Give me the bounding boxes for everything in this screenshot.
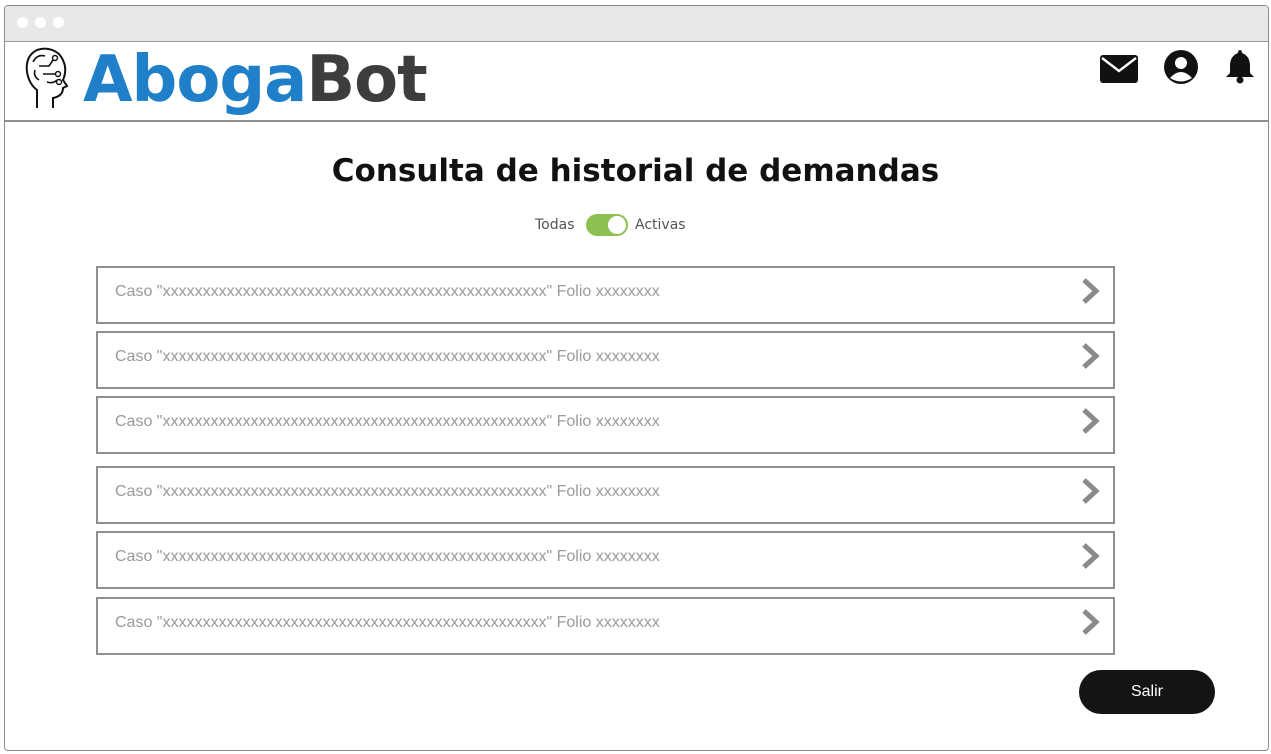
chevron-right-icon[interactable] [1079,477,1101,505]
app-logo[interactable]: AbogaBot [83,42,428,118]
window-dot[interactable] [17,17,28,28]
window-dot[interactable] [35,17,46,28]
mail-icon[interactable] [1099,54,1139,84]
exit-button[interactable]: Salir [1079,670,1215,714]
toggle-label-active: Activas [635,217,686,233]
case-row[interactable]: Caso "xxxxxxxxxxxxxxxxxxxxxxxxxxxxxxxxxx… [96,266,1115,324]
chevron-right-icon[interactable] [1079,277,1101,305]
bell-icon[interactable] [1225,48,1255,84]
chevron-right-icon[interactable] [1079,342,1101,370]
case-label: Caso "xxxxxxxxxxxxxxxxxxxxxxxxxxxxxxxxxx… [115,483,660,500]
case-row[interactable]: Caso "xxxxxxxxxxxxxxxxxxxxxxxxxxxxxxxxxx… [96,531,1115,589]
chevron-right-icon[interactable] [1079,407,1101,435]
case-label: Caso "xxxxxxxxxxxxxxxxxxxxxxxxxxxxxxxxxx… [115,413,660,430]
page-title: Consulta de historial de demandas [331,153,940,189]
logo-text-bot: Bot [306,43,427,117]
case-label: Caso "xxxxxxxxxxxxxxxxxxxxxxxxxxxxxxxxxx… [115,283,660,300]
chevron-right-icon[interactable] [1079,542,1101,570]
case-row[interactable]: Caso "xxxxxxxxxxxxxxxxxxxxxxxxxxxxxxxxxx… [96,396,1115,454]
chevron-right-icon[interactable] [1079,608,1101,636]
logo-text-aboga: Aboga [83,43,307,117]
case-label: Caso "xxxxxxxxxxxxxxxxxxxxxxxxxxxxxxxxxx… [115,548,660,565]
active-filter-switch[interactable] [586,214,628,236]
case-label: Caso "xxxxxxxxxxxxxxxxxxxxxxxxxxxxxxxxxx… [115,348,660,365]
app-header: AbogaBot [5,42,1268,122]
case-label: Caso "xxxxxxxxxxxxxxxxxxxxxxxxxxxxxxxxxx… [115,614,660,631]
window-titlebar [5,6,1268,42]
user-icon[interactable] [1163,49,1199,85]
case-row[interactable]: Caso "xxxxxxxxxxxxxxxxxxxxxxxxxxxxxxxxxx… [96,597,1115,655]
brain-head-icon [25,47,69,108]
switch-knob [608,216,626,234]
case-row[interactable]: Caso "xxxxxxxxxxxxxxxxxxxxxxxxxxxxxxxxxx… [96,331,1115,389]
case-row[interactable]: Caso "xxxxxxxxxxxxxxxxxxxxxxxxxxxxxxxxxx… [96,466,1115,524]
toggle-label-all: Todas [535,217,575,233]
window-dot[interactable] [53,17,64,28]
